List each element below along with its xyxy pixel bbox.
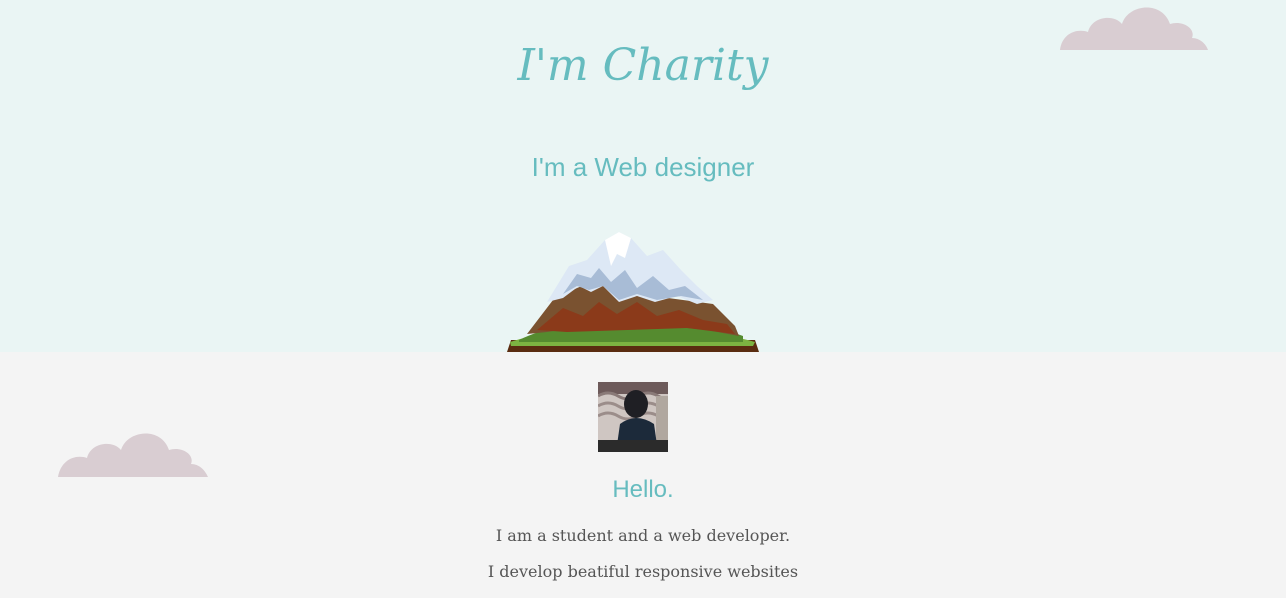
- bio-line: I develop beatiful responsive websites: [487, 562, 799, 581]
- greeting-heading: Hello.: [612, 476, 674, 503]
- hero-section: I'm Charity I'm a Web designer: [0, 0, 1286, 352]
- mountain-illustration: [507, 232, 759, 352]
- bio-line: I am a student and a web developer.: [495, 526, 791, 545]
- cloud-icon: [58, 433, 208, 477]
- avatar: [598, 382, 668, 452]
- hero-subtitle: I'm a Web designer: [531, 152, 755, 182]
- cloud-icon: [1060, 7, 1208, 50]
